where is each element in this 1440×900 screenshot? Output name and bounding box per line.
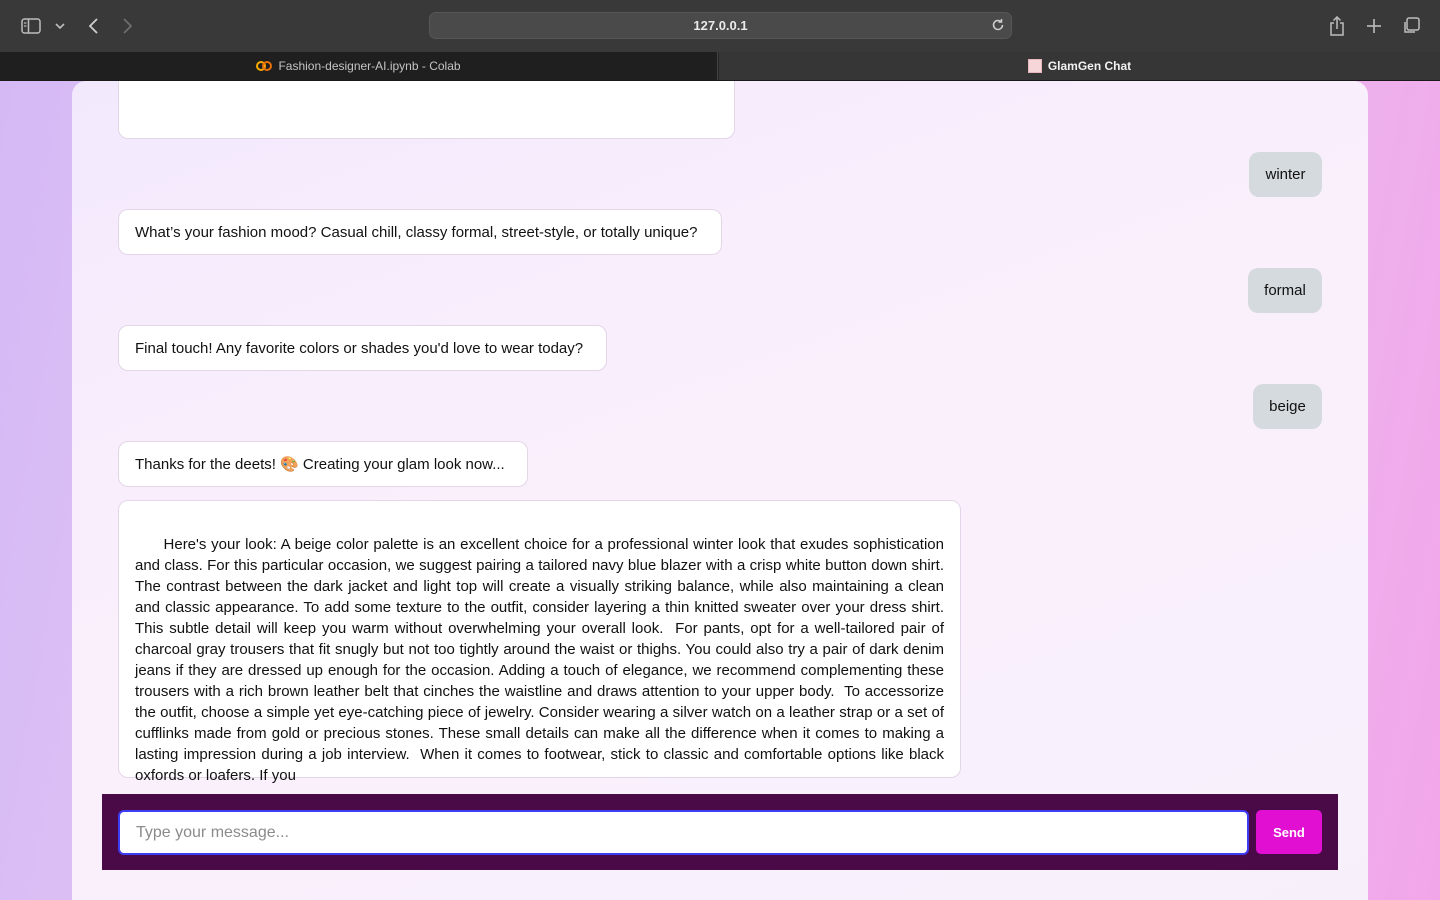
message-text: Final touch! Any favorite colors or shad…: [135, 340, 584, 357]
message-input[interactable]: [118, 810, 1249, 855]
bot-message-cut-off: [118, 81, 735, 139]
reload-icon[interactable]: [991, 18, 1005, 37]
tab-title: Fashion-designer-AI.ipynb - Colab: [278, 59, 461, 73]
tab-overview-icon[interactable]: [1401, 14, 1421, 38]
address-bar[interactable]: 127.0.0.1: [429, 12, 1012, 39]
message-text: Thanks for the deets! 🎨 Creating your gl…: [135, 456, 505, 473]
colab-logo-icon: [256, 61, 273, 71]
share-icon[interactable]: [1327, 14, 1347, 38]
tab-title: GlamGen Chat: [1047, 59, 1132, 73]
new-tab-icon[interactable]: [1364, 14, 1384, 38]
sidebar-toggle-icon[interactable]: [20, 14, 42, 38]
address-text: 127.0.0.1: [693, 18, 748, 33]
bot-message: Final touch! Any favorite colors or shad…: [118, 325, 607, 371]
composer-panel: Send: [102, 794, 1338, 870]
browser-toolbar: 127.0.0.1: [0, 0, 1440, 52]
page-background: winter What’s your fashion mood? Casual …: [0, 81, 1440, 900]
send-button[interactable]: Send: [1256, 810, 1322, 854]
favicon-icon: [1027, 59, 1042, 73]
tab-glamgen[interactable]: GlamGen Chat: [719, 52, 1440, 80]
message-text: formal: [1264, 282, 1306, 299]
tab-colab[interactable]: Fashion-designer-AI.ipynb - Colab: [0, 52, 718, 80]
forward-icon[interactable]: [119, 14, 137, 38]
back-icon[interactable]: [84, 14, 102, 38]
message-text: What’s your fashion mood? Casual chill, …: [135, 224, 698, 241]
bot-message: What’s your fashion mood? Casual chill, …: [118, 209, 722, 255]
message-text: Here's your look: A beige color palette …: [135, 536, 949, 784]
bot-message-look: Here's your look: A beige color palette …: [118, 500, 961, 784]
bot-message: Thanks for the deets! 🎨 Creating your gl…: [118, 441, 528, 487]
chat-container: winter What’s your fashion mood? Casual …: [72, 81, 1368, 900]
message-text: beige: [1269, 398, 1306, 415]
tab-bar: Fashion-designer-AI.ipynb - Colab GlamGe…: [0, 52, 1440, 81]
user-message: beige: [1253, 384, 1322, 429]
message-text: winter: [1265, 166, 1306, 183]
chevron-down-icon[interactable]: [53, 14, 67, 38]
user-message: formal: [1248, 268, 1322, 313]
user-message: winter: [1249, 152, 1322, 197]
